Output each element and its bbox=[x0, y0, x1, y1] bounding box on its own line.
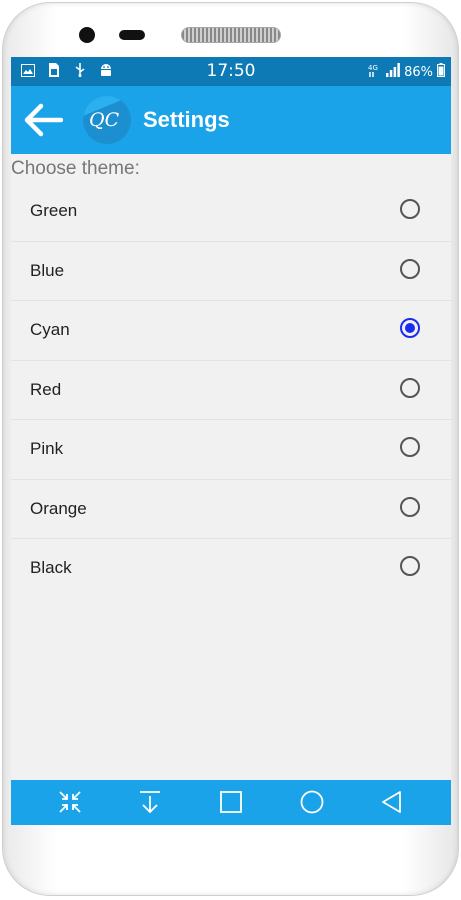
proximity-sensor bbox=[119, 30, 145, 40]
navigation-bar bbox=[11, 780, 451, 825]
logo-text: QC bbox=[89, 109, 120, 131]
battery-icon bbox=[437, 63, 445, 81]
radio-button[interactable] bbox=[400, 199, 420, 219]
theme-label: Red bbox=[30, 379, 62, 399]
theme-option-black[interactable]: Black bbox=[11, 539, 451, 598]
radio-button[interactable] bbox=[400, 258, 420, 279]
choose-theme-label: Choose theme: bbox=[11, 158, 140, 179]
radio-button[interactable] bbox=[400, 496, 420, 517]
home-icon[interactable] bbox=[298, 788, 326, 816]
theme-label: Cyan bbox=[30, 320, 70, 339]
theme-option-pink[interactable]: Pink bbox=[11, 420, 451, 480]
radio-button[interactable] bbox=[400, 437, 420, 457]
radio-button[interactable] bbox=[400, 556, 420, 576]
theme-label: Black bbox=[30, 558, 72, 577]
settings-content: Choose theme: Green Blue Cyan Red Pink O… bbox=[11, 154, 451, 780]
page-title: Settings bbox=[143, 107, 230, 132]
theme-option-blue[interactable]: Blue bbox=[11, 242, 451, 301]
battery-percent: 86% bbox=[404, 64, 433, 80]
download-icon[interactable] bbox=[136, 788, 164, 816]
theme-label: Pink bbox=[30, 439, 64, 458]
earpiece-speaker bbox=[181, 27, 281, 43]
back-arrow-icon[interactable] bbox=[23, 102, 64, 138]
theme-option-cyan[interactable]: Cyan bbox=[11, 301, 451, 361]
theme-label: Blue bbox=[30, 260, 65, 280]
network-4g-icon: 4G bbox=[368, 63, 382, 81]
radio-button[interactable] bbox=[400, 377, 420, 398]
theme-option-red[interactable]: Red bbox=[11, 361, 451, 420]
signal-icon bbox=[386, 63, 400, 81]
theme-option-orange[interactable]: Orange bbox=[11, 480, 451, 539]
front-camera bbox=[79, 27, 95, 43]
app-logo: QC bbox=[83, 96, 131, 144]
collapse-icon[interactable] bbox=[56, 788, 84, 816]
back-icon[interactable] bbox=[378, 788, 406, 816]
action-bar: QC Settings bbox=[11, 86, 451, 154]
svg-text:4G: 4G bbox=[368, 64, 378, 72]
status-bar: 17:50 4G 86% bbox=[11, 57, 451, 86]
radio-button-selected[interactable] bbox=[400, 318, 420, 338]
theme-option-green[interactable]: Green bbox=[11, 182, 451, 242]
theme-label: Green bbox=[30, 201, 78, 220]
theme-list: Green Blue Cyan Red Pink Orange Black bbox=[11, 182, 451, 598]
phone-frame: 17:50 4G 86% QC Settings Choose theme: G… bbox=[0, 0, 461, 900]
screen: 17:50 4G 86% QC Settings Choose theme: G… bbox=[11, 57, 451, 825]
recents-icon[interactable] bbox=[217, 788, 245, 816]
theme-label: Orange bbox=[30, 498, 87, 518]
